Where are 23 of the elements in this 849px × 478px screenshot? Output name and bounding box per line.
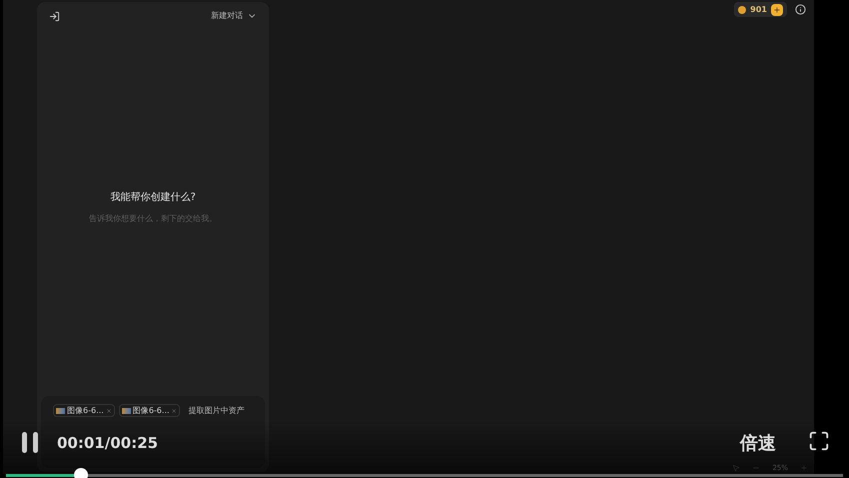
credits-pill[interactable]: 901 <box>734 2 787 17</box>
plus-icon <box>773 6 781 14</box>
add-credits-button[interactable] <box>771 4 783 16</box>
credits-count: 901 <box>750 4 767 16</box>
speed-button[interactable]: 倍速 <box>740 430 776 457</box>
chip-label: 图像6-6... <box>67 404 104 416</box>
playback-time: 00:01/00:25 <box>57 433 158 454</box>
progress-track[interactable] <box>6 474 843 477</box>
thumbnail-icon <box>122 408 131 414</box>
info-icon[interactable] <box>795 4 806 15</box>
image-chip[interactable]: 图像6-6... <box>53 404 115 417</box>
welcome-subtitle: 告诉我你想要什么，剩下的交给我。 <box>89 213 217 225</box>
chip-label: 图像6-6... <box>132 404 170 416</box>
remove-icon[interactable] <box>106 408 112 414</box>
remove-icon[interactable] <box>171 408 178 414</box>
welcome-title: 我能帮你创建什么? <box>110 190 196 205</box>
coin-icon <box>738 6 746 14</box>
image-chip[interactable]: 图像6-6... <box>118 404 180 417</box>
sidebar-toggle-icon[interactable] <box>49 10 60 22</box>
thumbnail-icon <box>56 408 65 414</box>
suggestion-chip[interactable]: 提取图片中资产 <box>184 404 248 416</box>
fullscreen-icon[interactable] <box>808 430 830 452</box>
new-chat-button[interactable]: 新建对话 <box>211 10 257 22</box>
